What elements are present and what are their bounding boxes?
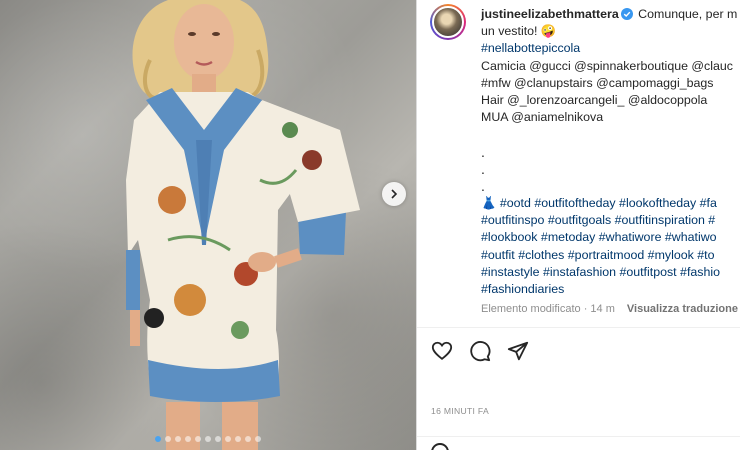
- carousel-dot: [255, 436, 261, 442]
- credit-line: Hair @_lorenzoarcangeli_ @aldocoppola: [481, 92, 708, 107]
- avatar-image: [432, 6, 464, 38]
- carousel-next-button[interactable]: [382, 182, 406, 206]
- translate-button[interactable]: Visualizza traduzione: [627, 303, 738, 315]
- hashtag-line[interactable]: #outfit #clothes #portraitmood #mylook #…: [481, 247, 740, 264]
- carousel-dot: [245, 436, 251, 442]
- caption-line-2: un vestito! 🤪: [481, 24, 557, 39]
- carousel-dot: [205, 436, 211, 442]
- hashtag-line[interactable]: #fashiondiaries: [481, 281, 740, 298]
- emoji-icon[interactable]: [431, 443, 449, 450]
- share-button[interactable]: [507, 340, 529, 362]
- avatar[interactable]: [430, 4, 466, 40]
- divider: [417, 436, 740, 437]
- carousel-dot: [225, 436, 231, 442]
- credit-line: MUA @aniamelnikova: [481, 110, 604, 125]
- spacer-line: [481, 126, 740, 143]
- action-bar: [431, 340, 529, 362]
- post-caption: justineelizabethmattera Comunque, per m …: [481, 6, 740, 298]
- edited-label: Elemento modificato · 14 m: [481, 303, 615, 315]
- carousel-dot: [175, 436, 181, 442]
- hashtag-line[interactable]: 👗 #ootd #outfitoftheday #lookoftheday #f…: [481, 195, 740, 212]
- comment-icon: [470, 341, 491, 362]
- post-timestamp[interactable]: 16 MINUTI FA: [431, 406, 489, 416]
- divider: [417, 327, 740, 328]
- carousel-indicator: [0, 436, 416, 442]
- verified-badge-icon: [620, 8, 633, 20]
- carousel-dot: [155, 436, 161, 442]
- dot-separator: .: [481, 143, 485, 160]
- paper-plane-icon: [507, 341, 529, 361]
- dot-separator: .: [481, 160, 485, 177]
- comment-button[interactable]: [469, 340, 491, 362]
- heart-icon: [431, 341, 453, 360]
- hashtag-line[interactable]: #outfitinspo #outfitgoals #outfitinspira…: [481, 212, 740, 229]
- caption-area: justineelizabethmattera Comunque, per m …: [417, 0, 740, 327]
- caption-intro: Comunque, per m: [638, 7, 738, 21]
- credit-line: Camicia @gucci @spinnakerboutique @clauc: [481, 58, 733, 73]
- hashtag-main[interactable]: #nellabottepiccola: [481, 40, 740, 57]
- credit-line: #mfw @clanupstairs @campomaggi_bags: [481, 75, 714, 90]
- post-side-panel: justineelizabethmattera Comunque, per m …: [416, 0, 740, 450]
- woman-in-floral-shirt-dress: [126, 0, 360, 450]
- caption-first-line: justineelizabethmattera Comunque, per m: [481, 6, 740, 23]
- dot-separator: .: [481, 177, 485, 194]
- like-button[interactable]: [431, 340, 453, 362]
- post-meta: Elemento modificato · 14 m Visualizza tra…: [481, 303, 738, 315]
- hashtag-line[interactable]: #instastyle #instafashion #outfitpost #f…: [481, 264, 740, 281]
- carousel-dot: [185, 436, 191, 442]
- chevron-right-icon: [391, 189, 398, 199]
- post-photo[interactable]: [0, 0, 416, 450]
- username-link[interactable]: justineelizabethmattera: [481, 7, 619, 21]
- carousel-dot: [165, 436, 171, 442]
- carousel-dot: [235, 436, 241, 442]
- hashtag-line[interactable]: #lookbook #metoday #whatiwore #whatiwo: [481, 229, 740, 246]
- carousel-dot: [215, 436, 221, 442]
- carousel-dot: [195, 436, 201, 442]
